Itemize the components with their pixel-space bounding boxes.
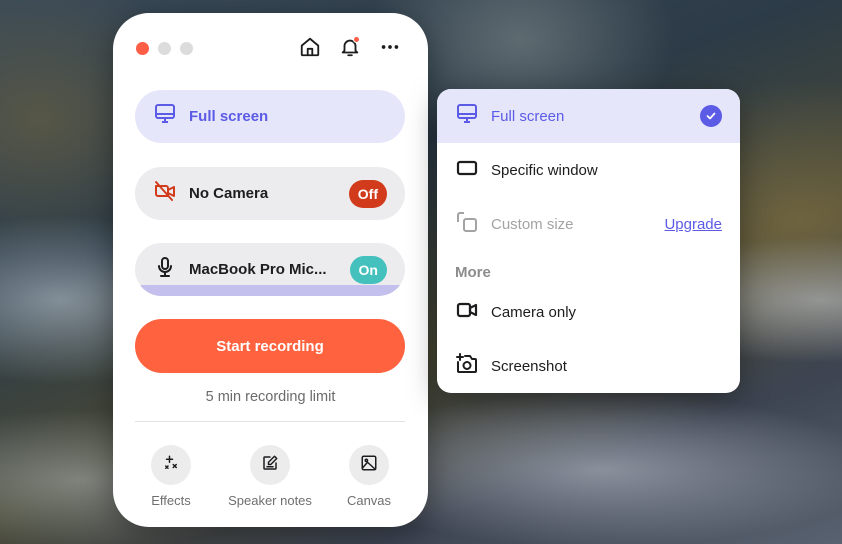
canvas-label: Canvas [346,493,392,508]
upgrade-link[interactable]: Upgrade [664,216,722,233]
menu-item-screenshot[interactable]: Screenshot [437,339,740,393]
canvas-circle [349,445,389,485]
capture-source-selector[interactable]: Full screen [135,90,405,143]
mic-level-meter [135,285,405,296]
close-window-button[interactable] [136,42,149,55]
microphone-selector[interactable]: MacBook Pro Mic... On [135,243,405,296]
menu-item-label: Custom size [491,215,574,233]
speaker-notes-button[interactable]: Speaker notes [220,445,320,508]
effects-label: Effects [151,493,191,508]
menu-item-custom-size: Custom size Upgrade [437,197,740,251]
more-section-header: More [455,264,491,281]
minimize-window-button[interactable] [158,42,171,55]
header-actions [298,35,402,59]
menu-item-full-screen[interactable]: Full screen [437,89,740,143]
monitor-icon [153,102,177,131]
custom-size-icon [455,210,479,239]
microphone-toggle[interactable]: On [349,255,387,284]
microphone-icon [153,255,177,284]
bell-icon[interactable] [338,35,362,59]
microphone-label: MacBook Pro Mic... [189,261,327,278]
more-icon[interactable] [378,35,402,59]
checkmark-icon [700,105,722,127]
video-camera-icon [455,298,479,327]
notification-badge [353,36,360,43]
maximize-window-button[interactable] [180,42,193,55]
recording-limit-text: 5 min recording limit [205,389,336,405]
image-icon [360,454,378,477]
effects-circle [151,445,191,485]
menu-item-label: Camera only [491,303,577,321]
menu-item-camera-only[interactable]: Camera only [437,285,740,339]
menu-item-label: Screenshot [491,357,567,375]
menu-item-label: Specific window [491,161,598,179]
speaker-notes-circle [250,445,290,485]
canvas-button[interactable]: Canvas [332,445,406,508]
screenshot-icon [455,352,479,381]
divider [135,421,405,422]
capture-source-menu: Full screen Specific window Custom size … [437,89,740,393]
camera-selector[interactable]: No Camera Off [135,167,405,220]
start-recording-button[interactable]: Start recording [135,319,405,373]
camera-off-icon [153,179,177,208]
window-controls [136,42,193,55]
window-icon [455,156,479,185]
menu-item-label: Full screen [491,107,565,125]
camera-label: No Camera [189,185,269,202]
edit-note-icon [261,454,279,477]
effects-button[interactable]: Effects [134,445,208,508]
recorder-panel: Full screen No Camera Off MacBook Pro Mi… [113,13,428,527]
sparkles-icon [162,454,180,477]
capture-source-label: Full screen [189,108,269,125]
monitor-icon [455,102,479,131]
speaker-notes-label: Speaker notes [228,493,312,508]
menu-item-specific-window[interactable]: Specific window [437,143,740,197]
camera-toggle[interactable]: Off [348,179,387,208]
home-icon[interactable] [298,35,322,59]
